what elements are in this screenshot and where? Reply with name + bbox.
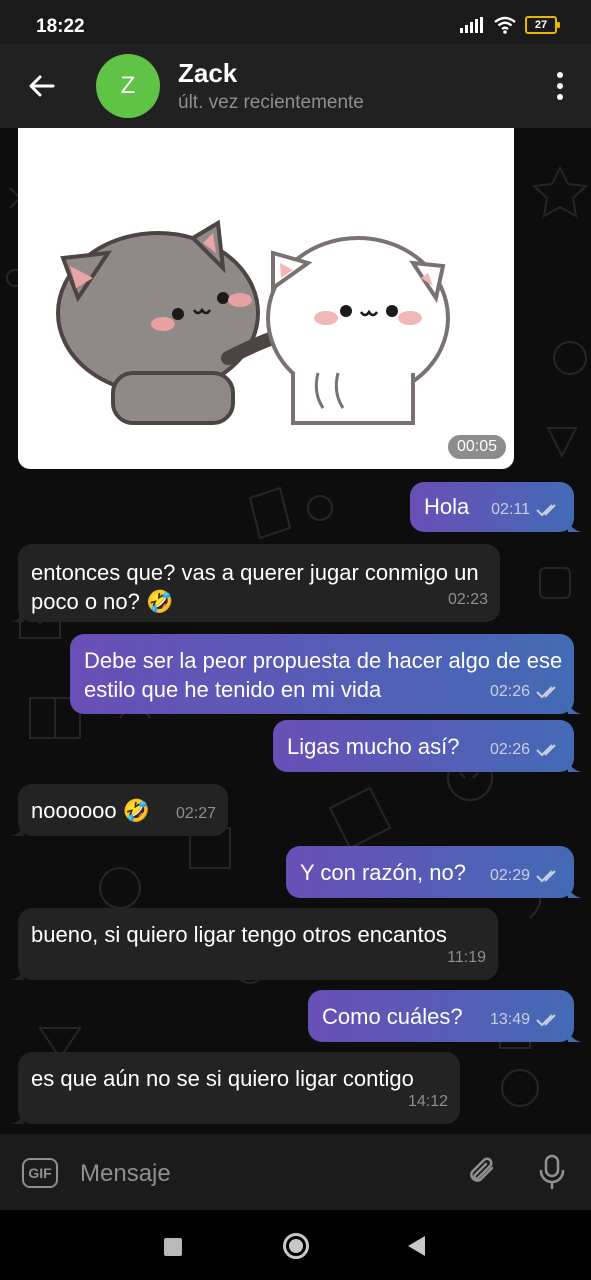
attach-icon[interactable]: [466, 1154, 500, 1190]
message-composer: GIF: [0, 1134, 591, 1210]
message-meta: 14:12: [408, 1087, 448, 1116]
message-time: 02:26: [489, 683, 530, 700]
bubble-tail: [568, 884, 582, 898]
bubble-tail: [10, 822, 24, 836]
microphone-icon[interactable]: [536, 1154, 568, 1190]
message-outgoing[interactable]: Debe ser la peor propuesta de hacer algo…: [70, 634, 582, 714]
message-incoming[interactable]: entonces que? vas a querer jugar conmigo…: [10, 544, 500, 622]
battery-icon: 27: [525, 16, 560, 34]
message-meta: 02:23: [448, 585, 488, 614]
message-meta: 11:19: [447, 943, 486, 972]
message-incoming[interactable]: bueno, si quiero ligar tengo otros encan…: [10, 908, 498, 980]
message-time: 13:49: [489, 1011, 530, 1028]
bubble-tail: [568, 1028, 582, 1042]
gray-cat: [56, 219, 280, 425]
message-text: entonces que? vas a querer jugar conmigo…: [31, 560, 479, 614]
back-button[interactable]: [408, 1236, 425, 1256]
message-meta: 02:11: [491, 495, 562, 524]
status-icons: 27: [459, 16, 560, 34]
message-text: Ligas mucho así?: [287, 734, 460, 759]
message-incoming[interactable]: es que aún no se si quiero ligar contigo…: [10, 1052, 460, 1124]
message-outgoing[interactable]: Y con razón, no? 02:29: [286, 846, 582, 898]
message-outgoing[interactable]: Como cuáles? 13:49: [308, 990, 582, 1042]
system-nav-bar: [0, 1210, 591, 1280]
gif-button[interactable]: GIF: [22, 1158, 58, 1188]
contact-name[interactable]: Zack: [178, 58, 237, 89]
message-text: Hola: [424, 494, 470, 519]
message-time: 02:11: [491, 501, 530, 518]
message-meta: 02:27: [176, 799, 216, 828]
double-check-icon: [536, 869, 556, 882]
message-time: 02:29: [489, 867, 530, 884]
double-check-icon: [536, 685, 556, 698]
back-arrow-icon[interactable]: [26, 70, 58, 102]
bubble-tail: [568, 518, 582, 532]
sticker-message[interactable]: 00:05: [18, 128, 514, 469]
message-outgoing[interactable]: Hola 02:11: [410, 482, 582, 532]
message-outgoing[interactable]: Ligas mucho así? 02:26: [273, 720, 582, 772]
message-text: Y con razón, no?: [300, 860, 466, 885]
message-text: bueno, si quiero ligar tengo otros encan…: [31, 922, 447, 947]
bubble-tail: [10, 966, 24, 980]
more-options-icon[interactable]: [555, 70, 565, 102]
double-check-icon: [536, 503, 556, 516]
message-time: 14:12: [407, 1093, 448, 1110]
sticker-duration: 00:05: [447, 435, 506, 459]
status-bar: 18:22 27: [0, 0, 591, 44]
message-text: Como cuáles?: [322, 1004, 463, 1029]
status-time: 18:22: [36, 16, 85, 37]
message-text: es que aún no se si quiero ligar contigo: [31, 1066, 414, 1091]
recents-button[interactable]: [164, 1238, 182, 1256]
message-incoming[interactable]: noooooo 🤣 02:27: [10, 784, 228, 836]
message-time: 02:26: [489, 741, 530, 758]
wifi-icon: [494, 16, 516, 34]
message-time: 11:19: [447, 949, 486, 966]
avatar[interactable]: Z: [96, 54, 160, 118]
message-meta: 02:26: [490, 735, 562, 764]
message-time: 02:27: [175, 805, 216, 822]
message-time: 02:23: [447, 591, 488, 608]
double-check-icon: [536, 743, 556, 756]
message-text: noooooo 🤣: [31, 798, 151, 823]
chat-header: Z Zack últ. vez recientemente: [0, 44, 591, 128]
message-meta: 13:49: [490, 1005, 562, 1034]
white-cat: [266, 236, 450, 425]
double-check-icon: [536, 1013, 556, 1026]
cats-sticker-image: [56, 219, 450, 425]
battery-level: 27: [534, 19, 548, 31]
bubble-tail: [568, 700, 582, 714]
bubble-tail: [10, 1110, 24, 1124]
contact-status: últ. vez recientemente: [178, 92, 364, 113]
message-input[interactable]: [78, 1154, 442, 1194]
bubble-tail: [10, 608, 24, 622]
chat-area[interactable]: 00:05 Hola 02:11 entonces que? vas a que…: [0, 128, 591, 1134]
home-button[interactable]: [283, 1233, 309, 1259]
signal-icon: [460, 17, 483, 33]
message-meta: 02:26: [490, 677, 562, 706]
message-meta: 02:29: [490, 861, 562, 890]
bubble-tail: [568, 758, 582, 772]
